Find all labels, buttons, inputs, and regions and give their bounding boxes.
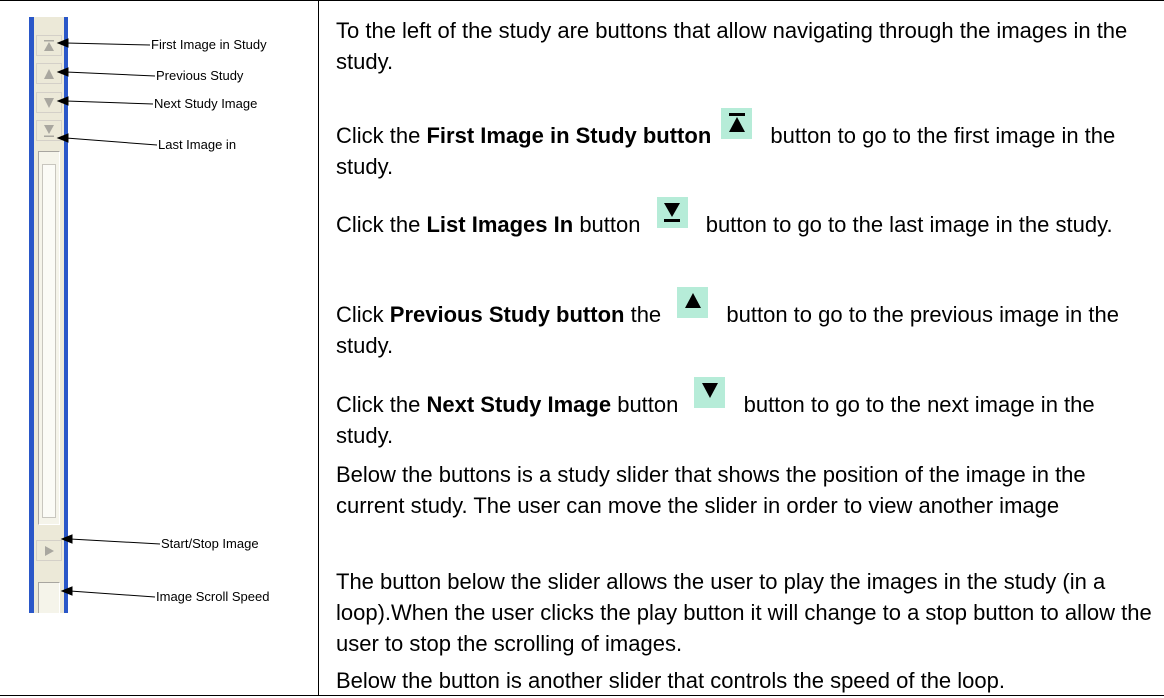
paragraph-last-image: Click the List Images In button button t… — [336, 197, 1156, 240]
first-image-icon — [43, 39, 55, 53]
study-slider[interactable] — [38, 151, 60, 525]
start-stop-button[interactable] — [36, 540, 62, 561]
paragraph-previous: Click Previous Study button the button t… — [336, 287, 1156, 361]
paragraph-next: Click the Next Study Image button button… — [336, 377, 1156, 451]
instructions-cell: To the left of the study are buttons tha… — [336, 0, 1156, 696]
callout-last-image: Last Image in — [158, 137, 237, 152]
callout-start-stop: Start/Stop Image — [161, 536, 259, 551]
study-slider-track — [42, 164, 56, 518]
callout-scroll-speed: Image Scroll Speed — [156, 589, 270, 604]
next-study-image-button[interactable] — [36, 92, 62, 113]
callout-first-image: First Image in Study — [151, 37, 267, 52]
paragraph-first-image: Click the First Image in Study button bu… — [336, 108, 1156, 182]
text-prefix: Click — [336, 302, 390, 327]
toolbar-left-border — [29, 17, 34, 613]
term-first-image: First Image in Study button — [426, 123, 712, 148]
last-image-icon — [43, 124, 55, 138]
previous-icon — [677, 287, 709, 318]
previous-icon — [43, 68, 55, 80]
text-middle: button — [573, 212, 647, 237]
last-image-icon — [656, 197, 688, 228]
paragraph-play: The button below the slider allows the u… — [336, 569, 1152, 656]
last-image-button[interactable] — [36, 120, 62, 141]
scroll-speed-slider[interactable] — [38, 582, 60, 613]
table-column-divider — [318, 0, 319, 696]
paragraph-speed: Below the button is another slider that … — [336, 668, 1005, 693]
first-image-button[interactable] — [36, 35, 62, 56]
text-middle: button — [611, 392, 685, 417]
first-image-icon — [721, 108, 753, 139]
text-prefix: Click the — [336, 212, 427, 237]
term-next-study-image: Next Study Image — [426, 392, 612, 417]
play-icon — [43, 545, 55, 557]
toolbar-figure: First Image in Study Previous Study Next… — [0, 0, 318, 696]
document-table: First Image in Study Previous Study Next… — [0, 0, 1164, 698]
text-suffix: button to go to the last image in the st… — [699, 212, 1113, 237]
toolbar-right-border — [64, 17, 68, 613]
paragraph-intro: To the left of the study are buttons tha… — [336, 18, 1128, 74]
previous-study-button[interactable] — [36, 63, 62, 84]
text-middle: the — [624, 302, 668, 327]
term-list-images: List Images In — [426, 212, 574, 237]
callout-previous-study: Previous Study — [156, 68, 244, 83]
term-previous-study: Previous Study button — [389, 302, 625, 327]
callout-next-study-image: Next Study Image — [154, 96, 258, 111]
paragraph-study-slider: Below the buttons is a study slider that… — [336, 462, 1086, 518]
text-prefix: Click the — [336, 392, 427, 417]
next-icon — [694, 377, 726, 408]
next-icon — [43, 97, 55, 109]
text-prefix: Click the — [336, 123, 427, 148]
